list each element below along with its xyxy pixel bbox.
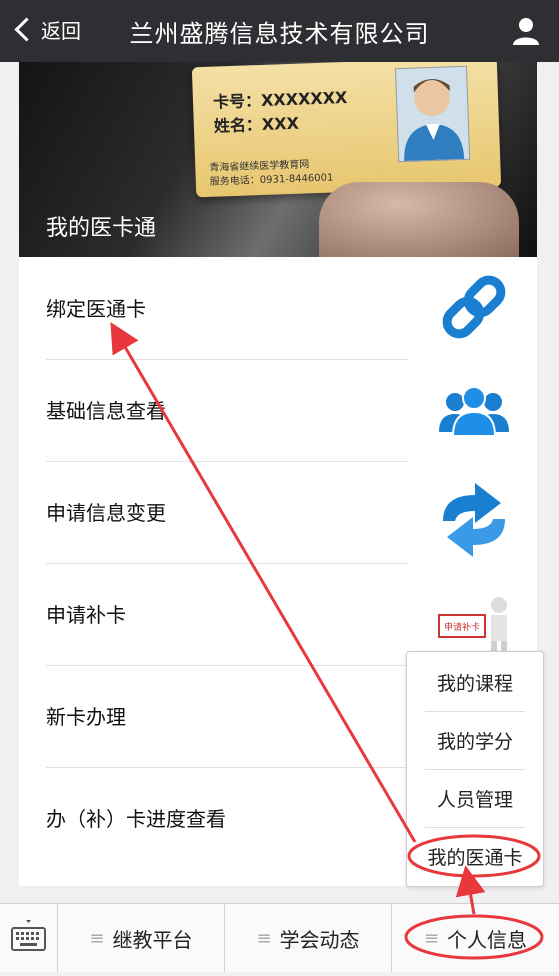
card-phone-text: 服务电话：0931-8446001 — [209, 172, 334, 188]
popup-item-staff-management[interactable]: 人员管理 — [425, 769, 525, 828]
tab-personal-info[interactable]: ≡ 个人信息 — [392, 904, 559, 972]
link-icon — [442, 275, 506, 339]
swap-arrows-icon — [443, 483, 505, 557]
tab-continuing-education[interactable]: ≡ 继教平台 — [58, 904, 225, 972]
tab-label: 个人信息 — [447, 927, 528, 952]
menu-item-label: 申请信息变更 — [46, 501, 166, 525]
personal-info-popup-menu: 我的课程 我的学分 人员管理 我的医通卡 — [406, 651, 544, 887]
menu-item-change-info[interactable]: 申请信息变更 — [46, 461, 408, 564]
tab-society-news[interactable]: ≡ 学会动态 — [225, 904, 392, 972]
card-number-text: 卡号：XXXXXXX — [212, 87, 348, 112]
popup-item-my-credits[interactable]: 我的学分 — [425, 711, 525, 770]
menu-item-label: 基础信息查看 — [46, 399, 166, 423]
menu-item-label: 绑定医通卡 — [46, 297, 146, 321]
tab-label: 学会动态 — [279, 927, 360, 952]
top-bar: 返回 兰州盛腾信息技术有限公司 — [0, 0, 559, 62]
popup-item-my-medical-card[interactable]: 我的医通卡 — [425, 827, 525, 885]
menu-item-progress[interactable]: 办（补）卡进度查看 — [46, 767, 408, 869]
popup-item-my-courses[interactable]: 我的课程 — [425, 653, 525, 712]
menu-lines-icon: ≡ — [89, 927, 105, 949]
menu-lines-icon: ≡ — [423, 927, 440, 949]
keyboard-toggle-button[interactable] — [0, 904, 58, 972]
banner-image: 卡号：XXXXXXX 姓名：XXX 青海省继续医学教育网 服务电话：0931-8… — [19, 62, 537, 257]
keyboard-icon — [11, 920, 46, 951]
hand-image — [319, 182, 519, 257]
tab-label: 继教平台 — [112, 927, 193, 952]
menu-item-label: 新卡办理 — [46, 705, 126, 729]
card-name-text: 姓名：XXX — [213, 113, 300, 136]
menu-item-label: 申请补卡 — [46, 603, 126, 627]
id-card-illustration: 卡号：XXXXXXX 姓名：XXX 青海省继续医学教育网 服务电话：0931-8… — [191, 62, 502, 198]
bottom-tab-bar: ≡ 继教平台 ≡ 学会动态 ≡ 个人信息 — [0, 903, 559, 972]
menu-item-new-card[interactable]: 新卡办理 — [46, 665, 408, 768]
menu-item-label: 办（补）卡进度查看 — [46, 807, 226, 831]
people-icon — [439, 386, 509, 437]
menu-lines-icon: ≡ — [256, 927, 272, 949]
apply-card-icon-text: 申请补卡 — [444, 621, 480, 633]
menu-item-replace-card[interactable]: 申请补卡 — [46, 563, 408, 666]
doctor-avatar — [394, 65, 471, 163]
page-title: 兰州盛腾信息技术有限公司 — [129, 20, 430, 48]
user-icon[interactable] — [511, 16, 541, 46]
menu-item-basic-info[interactable]: 基础信息查看 — [46, 359, 408, 462]
banner-title: 我的医卡通 — [46, 216, 157, 241]
menu-item-bind-card[interactable]: 绑定医通卡 — [46, 257, 408, 360]
